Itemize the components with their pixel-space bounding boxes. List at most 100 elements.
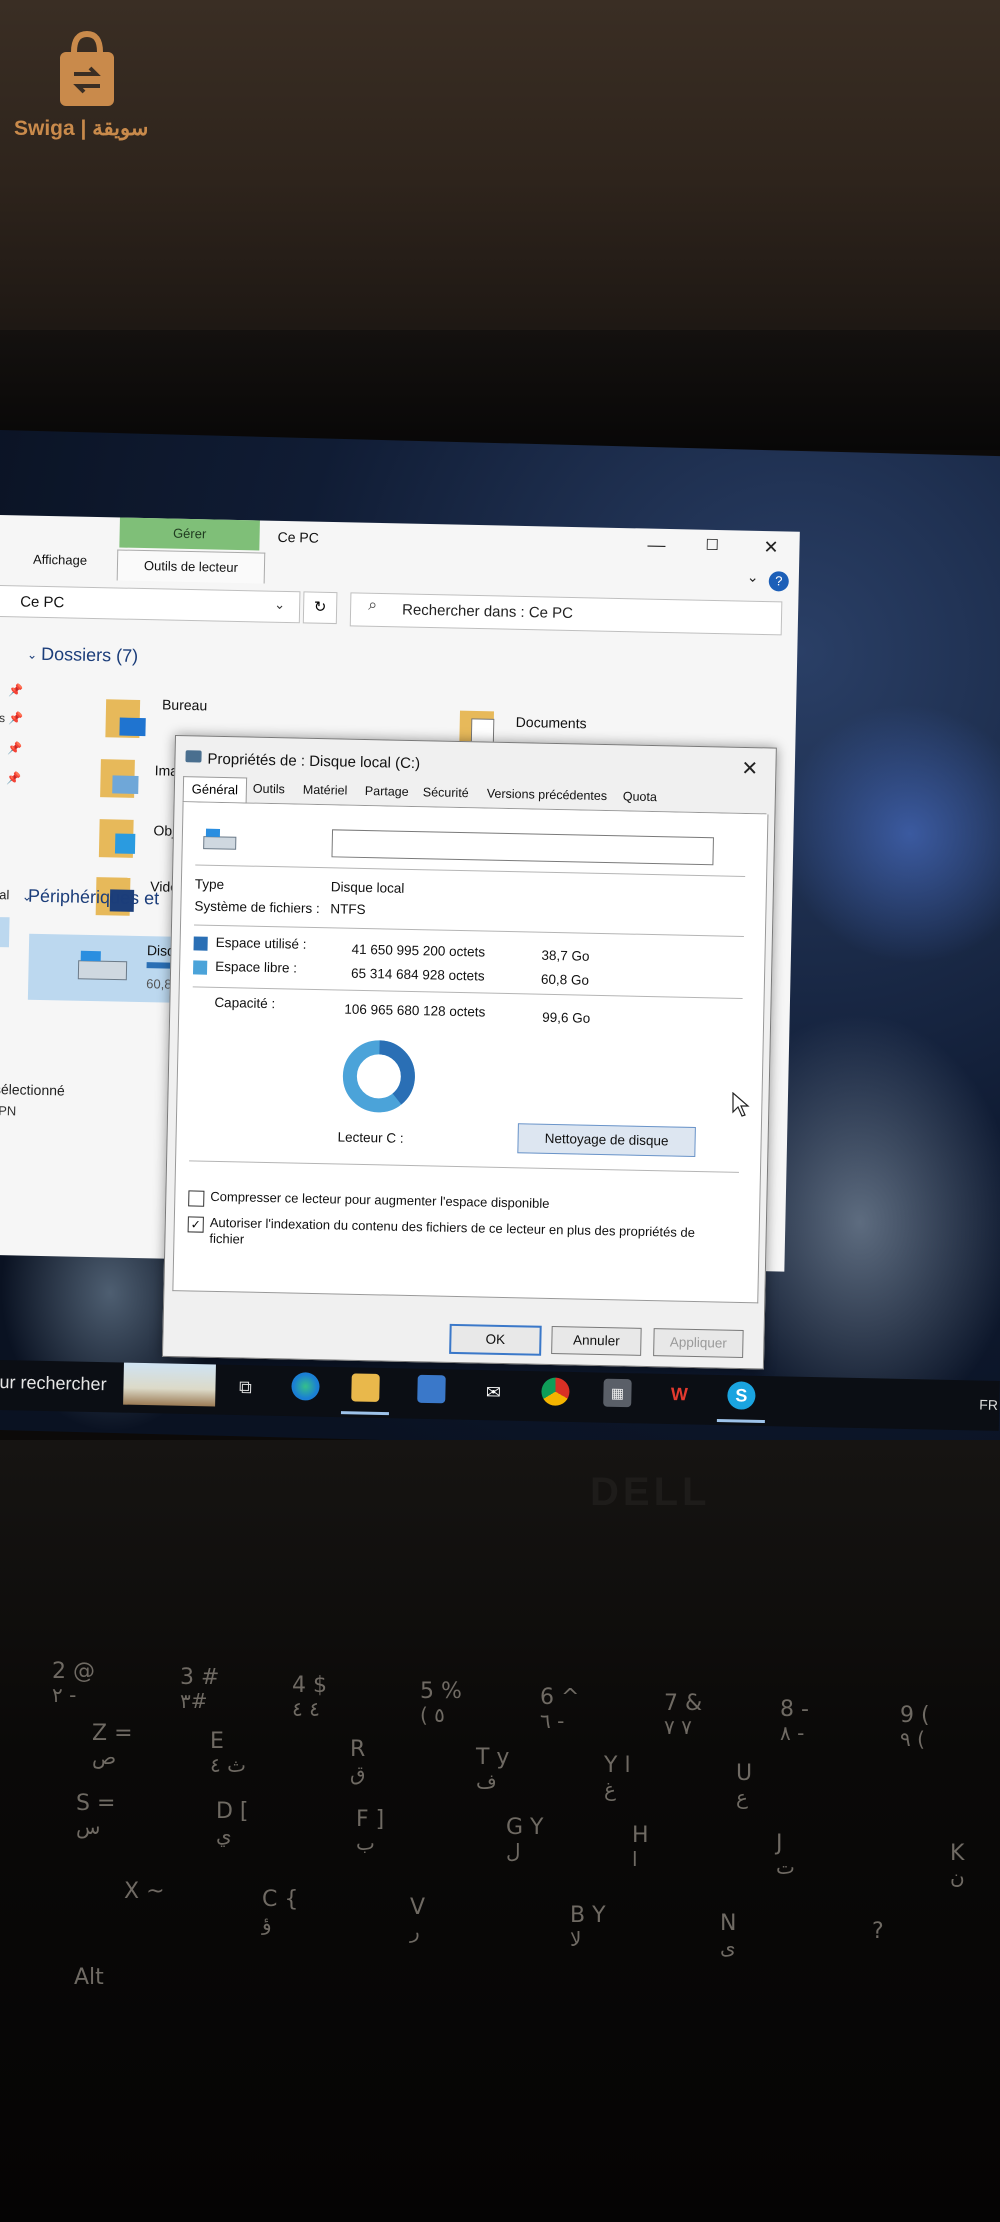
capacity-bytes: 106 965 680 128 octets <box>344 1001 486 1020</box>
cancel-button[interactable]: Annuler <box>551 1326 642 1356</box>
capacity-size: 99,6 Go <box>542 1009 591 1026</box>
key-legend-latin: H <box>632 1823 649 1848</box>
nav-item[interactable]: ts 📌 <box>0 711 24 726</box>
key-legend-latin: G Y <box>506 1815 544 1840</box>
key-legend-arabic: ( ٥ <box>420 1703 445 1728</box>
file-explorer-icon[interactable] <box>351 1373 380 1402</box>
folder-label[interactable]: Documents <box>516 714 587 731</box>
hard-drive-icon <box>77 950 128 981</box>
tab-quota[interactable]: Quota <box>623 789 657 804</box>
key-legend-latin: J <box>776 1831 783 1856</box>
tab-security[interactable]: Sécurité <box>423 785 469 800</box>
tab-general[interactable]: Général <box>182 776 248 805</box>
store-icon[interactable] <box>417 1374 446 1404</box>
close-icon[interactable]: ✕ <box>741 756 758 781</box>
key-legend-latin: Z = <box>92 1721 133 1746</box>
keyboard-key: Alt <box>74 1965 104 1990</box>
chrome-icon[interactable] <box>541 1377 570 1406</box>
watermark-logo-text: Swiga | سويقة <box>14 117 149 140</box>
calculator-icon[interactable]: ▦ <box>603 1378 632 1408</box>
wps-icon[interactable]: W <box>665 1380 694 1409</box>
ok-button[interactable]: OK <box>449 1323 542 1356</box>
key-legend-latin: D [ <box>216 1799 249 1824</box>
refresh-button[interactable]: ↻ <box>302 591 338 625</box>
search-highlight-image[interactable] <box>123 1362 216 1407</box>
desktop-folder-icon[interactable] <box>103 693 148 740</box>
drive-icon <box>185 750 202 763</box>
key-legend-latin: Y ا <box>604 1753 631 1778</box>
ribbon-tab-drive-tools[interactable]: Outils de lecteur <box>116 549 266 584</box>
tab-sharing[interactable]: Partage <box>365 784 409 799</box>
edge-icon[interactable] <box>291 1372 320 1401</box>
drive-properties-dialog: Propriétés de : Disque local (C:) ✕ Géné… <box>161 735 777 1370</box>
hard-drive-icon <box>203 828 237 850</box>
key-legend-latin: T y <box>476 1745 510 1770</box>
folders-header[interactable]: Dossiers (7) <box>41 644 138 667</box>
key-legend-arabic: ٣# <box>180 1689 208 1714</box>
collapse-ribbon-icon[interactable]: ⌄ <box>747 569 759 586</box>
chevron-down-icon[interactable]: ⌄ <box>274 597 285 613</box>
apply-button[interactable]: Appliquer <box>653 1328 744 1359</box>
address-path: Ce PC <box>20 593 65 612</box>
disk-cleanup-button[interactable]: Nettoyage de disque <box>517 1123 696 1157</box>
keyboard-key: 9 (٩ ( <box>900 1703 930 1752</box>
free-space-bytes: 65 314 684 928 octets <box>350 965 485 984</box>
language-indicator[interactable]: FR <box>979 1397 998 1413</box>
nav-item-label: ts <box>0 710 6 726</box>
tab-previous-versions[interactable]: Versions précédentes <box>487 787 607 804</box>
taskbar-search-text[interactable]: ur rechercher <box>0 1372 107 1395</box>
keyboard-key: Nى <box>720 1911 736 1960</box>
key-legend-arabic: ب <box>356 1831 375 1856</box>
key-legend-latin: F ] <box>356 1807 385 1832</box>
disk-usage-donut <box>342 1040 415 1113</box>
keyboard-key: F ] ب <box>356 1807 385 1856</box>
tab-hardware[interactable]: Matériel <box>303 783 348 798</box>
status-bar-text: sélectionné <box>0 1081 65 1099</box>
key-legend-latin: Alt <box>74 1965 104 1990</box>
keyboard-key: X ~ <box>124 1879 165 1904</box>
nav-item-label[interactable]: nal <box>0 887 10 902</box>
keyboard-key: S = س <box>76 1791 115 1838</box>
key-legend-arabic: ل <box>506 1839 521 1864</box>
key-legend-latin: 6 ^ <box>540 1685 580 1710</box>
key-legend-arabic: ٩ ( <box>900 1727 925 1752</box>
key-legend-arabic: غ <box>604 1777 616 1802</box>
nav-selected-item[interactable] <box>0 916 10 948</box>
key-legend-latin: E <box>210 1729 224 1754</box>
minimize-icon[interactable]: — <box>647 535 665 556</box>
ribbon-tab-view[interactable]: Affichage <box>33 552 87 568</box>
devices-header[interactable]: Périphériques et <box>28 886 159 910</box>
key-legend-latin: 3 # <box>180 1665 220 1690</box>
ribbon-tab-manage[interactable]: Gérer <box>119 517 260 551</box>
key-legend-arabic: ى <box>720 1935 736 1960</box>
keyboard-key: 8 -٨ - <box>780 1697 809 1744</box>
key-legend-latin: K <box>950 1841 965 1866</box>
indexing-checkbox[interactable]: ✓ <box>187 1216 204 1233</box>
key-legend-latin: 4 $ <box>292 1673 327 1698</box>
key-legend-latin: C { <box>262 1887 299 1912</box>
key-legend-arabic: ق <box>350 1761 366 1786</box>
close-icon[interactable]: ✕ <box>763 537 779 558</box>
wallpaper-glow <box>780 700 1000 968</box>
chevron-down-icon[interactable]: ⌄ <box>27 648 37 662</box>
shopping-bag-icon <box>60 30 114 106</box>
help-icon[interactable]: ? <box>768 571 789 592</box>
key-legend-arabic: ٢ - <box>52 1683 77 1708</box>
brand-logo: DELL <box>590 1470 711 1514</box>
key-legend-arabic: ٧ ٧ <box>664 1715 692 1740</box>
tab-tools[interactable]: Outils <box>253 782 285 797</box>
maximize-icon[interactable]: ☐ <box>705 536 719 554</box>
pin-icon: 📌 <box>8 683 24 698</box>
key-legend-arabic: ٤ ٤ <box>292 1697 320 1722</box>
mail-icon[interactable]: ✉ <box>479 1378 508 1407</box>
keyboard-key: T yف <box>476 1745 510 1792</box>
compress-checkbox[interactable] <box>188 1190 205 1207</box>
skype-icon[interactable]: S <box>727 1381 756 1410</box>
folder-label[interactable]: Bureau <box>162 696 207 713</box>
key-legend-arabic: ث ٤ <box>210 1753 246 1778</box>
keyboard-key: Jت <box>776 1831 795 1878</box>
3d-objects-folder-icon[interactable] <box>97 813 142 860</box>
indexing-label-line2: fichier <box>209 1230 245 1247</box>
task-view-icon[interactable]: ⧉ <box>231 1373 260 1402</box>
pictures-folder-icon[interactable] <box>98 753 143 800</box>
